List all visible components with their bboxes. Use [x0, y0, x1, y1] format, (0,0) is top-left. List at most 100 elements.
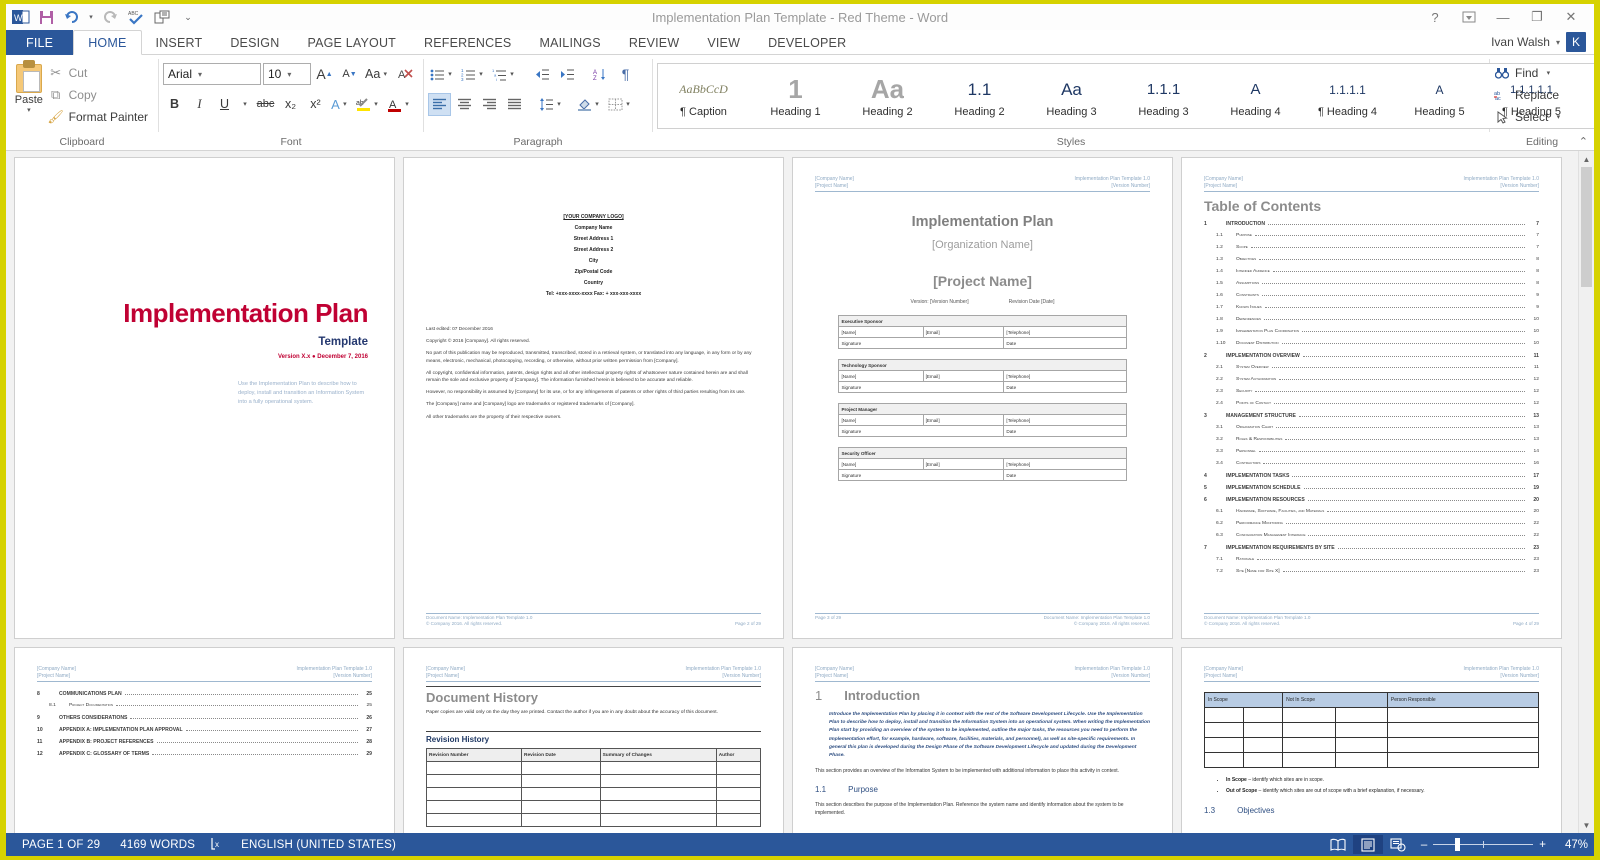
cut-button[interactable]: ✂ Cut: [48, 62, 154, 84]
copy-button[interactable]: ⧉ Copy: [48, 84, 154, 106]
font-color-button[interactable]: A ▾: [385, 93, 414, 116]
clear-formatting-button[interactable]: A: [394, 63, 417, 86]
table-cell[interactable]: [599, 774, 717, 788]
read-mode-button[interactable]: [1323, 835, 1353, 854]
table-cell[interactable]: [1386, 722, 1540, 738]
toc-entry[interactable]: 3.1 Organization Chart 13: [1204, 422, 1539, 434]
toc-entry[interactable]: 7.1 Rationale 23: [1204, 554, 1539, 566]
table-row[interactable]: [1203, 707, 1540, 723]
toc-entry[interactable]: 1.10 Document Distribution 10: [1204, 338, 1539, 350]
toc-entry[interactable]: 4 Implementation Tasks 17: [1204, 470, 1539, 482]
table-cell[interactable]: [715, 774, 762, 788]
show-paragraph-marks-button[interactable]: ¶: [614, 63, 637, 86]
toc-entry[interactable]: 6.1 Hardware, Software, Facilities, and M…: [1204, 506, 1539, 518]
table-cell[interactable]: [1282, 737, 1336, 753]
toc-entry[interactable]: 5 Implementation Schedule 19: [1204, 482, 1539, 494]
text-effects-button[interactable]: A ▾: [329, 93, 352, 116]
table-cell[interactable]: [425, 761, 523, 775]
align-right-button[interactable]: [478, 93, 501, 116]
table-cell[interactable]: [599, 761, 717, 775]
decrease-indent-button[interactable]: [530, 63, 553, 86]
page-document-history[interactable]: [Company Name] [Project Name] Implementat…: [403, 647, 784, 833]
toc-entry[interactable]: 11 Appendix B: Project References 28: [37, 736, 372, 748]
table-cell[interactable]: [599, 813, 717, 827]
scroll-down-icon[interactable]: ▼: [1579, 817, 1594, 833]
table-row[interactable]: [425, 813, 762, 827]
toc-entry[interactable]: 1.3 Objectives 8: [1204, 254, 1539, 266]
multilevel-list-button[interactable]: 1ai ▾: [490, 63, 519, 86]
spelling-check-icon[interactable]: ABC: [124, 6, 148, 28]
table-cell[interactable]: [521, 813, 601, 827]
table-cell[interactable]: [599, 800, 717, 814]
increase-indent-button[interactable]: [555, 63, 578, 86]
ribbon-display-options-icon[interactable]: [1452, 6, 1486, 28]
table-row[interactable]: [1203, 737, 1540, 753]
table-row[interactable]: [425, 787, 762, 801]
subscript-button[interactable]: x₂: [279, 93, 302, 116]
grow-font-button[interactable]: A ▲: [313, 63, 336, 86]
justify-button[interactable]: [503, 93, 526, 116]
tab-insert[interactable]: INSERT: [142, 30, 217, 55]
zoom-level[interactable]: 47%: [1554, 839, 1588, 851]
style-h1[interactable]: 1 Heading 1: [750, 64, 842, 128]
page-toc-1[interactable]: [Company Name] [Project Name] Implementat…: [1181, 157, 1562, 639]
shrink-font-button[interactable]: A ▼: [338, 63, 361, 86]
table-cell[interactable]: [521, 787, 601, 801]
tab-review[interactable]: REVIEW: [615, 30, 694, 55]
customize-qat-icon[interactable]: ⌄: [176, 6, 200, 28]
style-caption[interactable]: AaBbCcD ¶ Caption: [658, 64, 750, 128]
tab-home[interactable]: HOME: [73, 30, 142, 55]
table-cell[interactable]: [715, 761, 762, 775]
toc-entry[interactable]: 1.2 Scope 7: [1204, 242, 1539, 254]
table-cell[interactable]: [1334, 707, 1388, 723]
language-indicator[interactable]: ENGLISH (UNITED STATES): [231, 839, 406, 851]
page-indicator[interactable]: PAGE 1 OF 29: [12, 839, 110, 851]
table-cell[interactable]: [1334, 722, 1388, 738]
tab-view[interactable]: VIEW: [693, 30, 754, 55]
zoom-out-button[interactable]: –: [1421, 839, 1427, 851]
toc-entry[interactable]: 3 Management Structure 13: [1204, 410, 1539, 422]
scrollbar-thumb[interactable]: [1581, 167, 1592, 287]
toc-entry[interactable]: 2.2 System Authorization 12: [1204, 374, 1539, 386]
toc-entry[interactable]: 3.4 Contractors 16: [1204, 458, 1539, 470]
toc-entry[interactable]: 9 Others Considerations 26: [37, 712, 372, 724]
toc-entry[interactable]: 2 Implementation Overview 11: [1204, 350, 1539, 362]
table-cell[interactable]: [521, 761, 601, 775]
table-cell[interactable]: [1243, 752, 1284, 768]
style-h5big[interactable]: A Heading 5: [1394, 64, 1486, 128]
print-layout-button[interactable]: [1352, 835, 1383, 854]
page-toc-2[interactable]: [Company Name] [Project Name] Implementat…: [14, 647, 395, 833]
font-family-combo[interactable]: Arial ▾: [163, 63, 261, 85]
numbering-button[interactable]: 123 ▾: [459, 63, 488, 86]
undo-icon[interactable]: [60, 6, 84, 28]
table-cell[interactable]: [715, 787, 762, 801]
find-button[interactable]: Find ▾: [1494, 62, 1559, 84]
toc-entry[interactable]: 2.1 System Overview 11: [1204, 362, 1539, 374]
user-dropdown-icon[interactable]: ▾: [1556, 38, 1560, 47]
toc-entry[interactable]: 1.6 Constraints 9: [1204, 290, 1539, 302]
paste-dropdown-icon[interactable]: ▾: [27, 106, 31, 114]
toc-entry[interactable]: 1.5 Assumptions 8: [1204, 278, 1539, 290]
new-comment-icon[interactable]: [150, 6, 174, 28]
table-row[interactable]: [425, 800, 762, 814]
table-row[interactable]: [1203, 752, 1540, 768]
toc-entry[interactable]: 1.9 Implementation Plan Coordination 10: [1204, 326, 1539, 338]
style-h4[interactable]: 1.1.1.1 ¶ Heading 4: [1302, 64, 1394, 128]
bullets-button[interactable]: ▾: [428, 63, 457, 86]
scroll-up-icon[interactable]: ▲: [1579, 151, 1594, 167]
toc-entry[interactable]: 1 Introduction 7: [1204, 218, 1539, 230]
paste-button[interactable]: Paste ▾: [10, 58, 48, 114]
table-row[interactable]: [425, 774, 762, 788]
table-cell[interactable]: [521, 774, 601, 788]
superscript-button[interactable]: x²: [304, 93, 327, 116]
tab-references[interactable]: REFERENCES: [410, 30, 525, 55]
toc-entry[interactable]: 8.1 Project Documentation 25: [37, 700, 372, 712]
style-h3big[interactable]: Aa Heading 3: [1026, 64, 1118, 128]
replace-button[interactable]: ab ac Replace: [1494, 84, 1565, 106]
table-cell[interactable]: [1243, 707, 1284, 723]
style-h2[interactable]: 1.1 Heading 2: [934, 64, 1026, 128]
bold-button[interactable]: B: [163, 93, 186, 116]
table-cell[interactable]: [1386, 737, 1540, 753]
tab-mailings[interactable]: MAILINGS: [525, 30, 614, 55]
format-painter-button[interactable]: 🖌 Format Painter: [47, 106, 154, 128]
